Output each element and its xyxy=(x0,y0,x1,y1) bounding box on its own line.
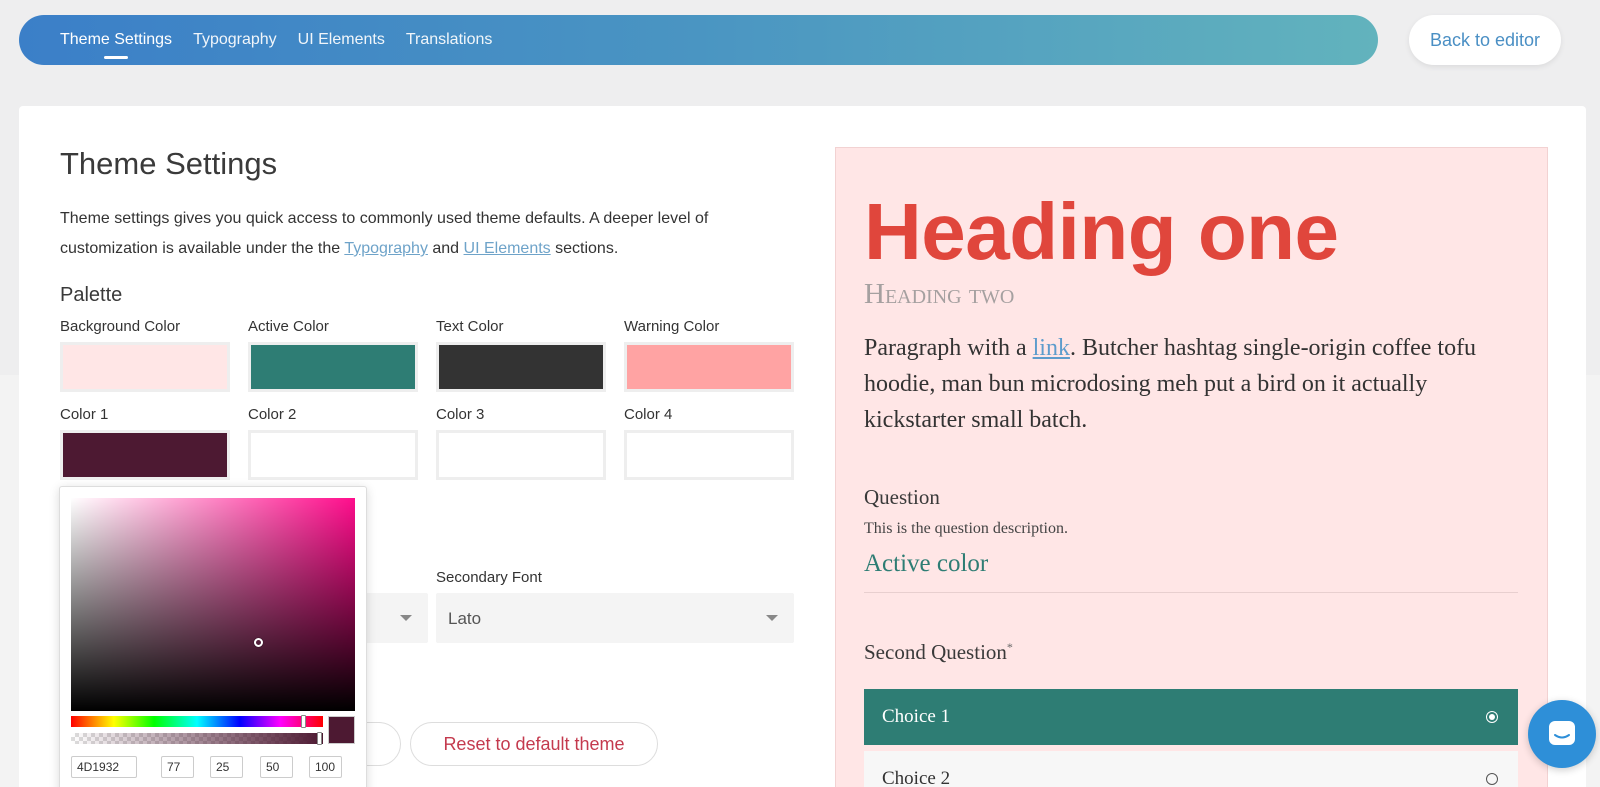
secondary-font-value: Lato xyxy=(448,609,482,628)
text-color-label: Text Color xyxy=(436,318,504,335)
color-1-swatch[interactable] xyxy=(60,430,230,480)
active-color-label: Active Color xyxy=(248,318,329,335)
hue-thumb[interactable] xyxy=(301,715,306,728)
reset-theme-button[interactable]: Reset to default theme xyxy=(410,722,658,766)
saturation-value-area[interactable] xyxy=(71,498,355,711)
blue-input[interactable] xyxy=(260,756,293,778)
question-title: Question xyxy=(864,485,940,509)
radio-selected-icon xyxy=(1486,711,1498,723)
hue-slider[interactable] xyxy=(71,715,323,728)
tab-typography[interactable]: Typography xyxy=(193,31,277,49)
preview-paragraph: Paragraph with a link. Butcher hashtag s… xyxy=(864,335,1477,433)
choice-2[interactable]: Choice 2 xyxy=(864,751,1518,787)
text-color-swatch[interactable] xyxy=(436,342,606,392)
tab-translations[interactable]: Translations xyxy=(406,31,493,49)
secondary-font-select[interactable]: Lato xyxy=(436,593,794,643)
question-divider xyxy=(864,592,1518,593)
theme-preview-panel: Heading one Heading two Paragraph with a… xyxy=(835,147,1548,787)
color-2-label: Color 2 xyxy=(248,406,297,423)
second-question-title: Second Question* xyxy=(864,640,1013,664)
warning-color-swatch[interactable] xyxy=(624,342,794,392)
chevron-down-icon xyxy=(400,615,412,621)
choice-2-label: Choice 2 xyxy=(882,768,951,787)
back-to-editor-button[interactable]: Back to editor xyxy=(1409,15,1561,65)
chat-support-button[interactable] xyxy=(1528,700,1596,768)
warning-color-label: Warning Color xyxy=(624,318,720,335)
red-input[interactable] xyxy=(161,756,194,778)
required-mark: * xyxy=(1006,640,1013,654)
active-color-swatch[interactable] xyxy=(248,342,418,392)
question-description: This is the question description. xyxy=(864,520,1068,537)
sv-handle[interactable] xyxy=(254,638,263,647)
chevron-down-icon xyxy=(766,615,778,621)
color-3-swatch[interactable] xyxy=(436,430,606,480)
radio-unselected-icon xyxy=(1486,773,1498,785)
preview-link[interactable]: link xyxy=(1033,335,1070,361)
tab-theme-settings[interactable]: Theme Settings xyxy=(60,31,172,49)
background-color-swatch[interactable] xyxy=(60,342,230,392)
choice-1[interactable]: Choice 1 xyxy=(864,689,1518,745)
typography-link[interactable]: Typography xyxy=(344,240,428,257)
preview-heading-one: Heading one xyxy=(864,187,1339,276)
ui-elements-link[interactable]: UI Elements xyxy=(464,240,551,257)
chat-icon xyxy=(1549,721,1575,745)
color-2-swatch[interactable] xyxy=(248,430,418,480)
intro-text: Theme settings gives you quick access to… xyxy=(60,210,709,257)
alpha-thumb[interactable] xyxy=(317,732,322,745)
active-color-text: Active color xyxy=(864,550,989,577)
secondary-font-label: Secondary Font xyxy=(436,569,542,586)
alpha-input[interactable] xyxy=(309,756,342,778)
preview-heading-two: Heading two xyxy=(864,278,1015,310)
color-4-label: Color 4 xyxy=(624,406,673,423)
palette-heading: Palette xyxy=(60,284,123,306)
choice-1-label: Choice 1 xyxy=(882,706,951,727)
background-color-label: Background Color xyxy=(60,318,181,335)
color-1-label: Color 1 xyxy=(60,406,109,423)
green-input[interactable] xyxy=(210,756,243,778)
color-4-swatch[interactable] xyxy=(624,430,794,480)
hex-input[interactable] xyxy=(71,756,137,778)
color-3-label: Color 3 xyxy=(436,406,485,423)
page-title: Theme Settings xyxy=(60,146,278,181)
tab-ui-elements[interactable]: UI Elements xyxy=(298,31,385,49)
alpha-slider[interactable] xyxy=(71,732,323,745)
top-nav: Theme Settings Typography UI Elements Tr… xyxy=(19,15,1378,65)
current-color-preview xyxy=(328,716,355,744)
color-picker-popover xyxy=(59,486,367,787)
